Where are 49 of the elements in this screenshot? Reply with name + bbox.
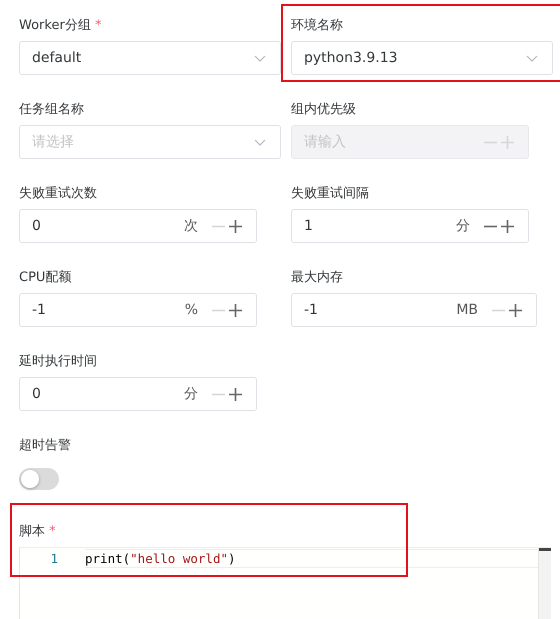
- number-field[interactable]: -1 %: [19, 293, 257, 327]
- field-label: 环境名称: [291, 18, 343, 34]
- unit-label: 次: [184, 217, 198, 235]
- plus-icon: [229, 220, 242, 232]
- field-value: 1: [304, 218, 314, 234]
- number-field[interactable]: 1 分: [291, 209, 529, 243]
- chevron-down-icon: [526, 54, 538, 62]
- field-label: 组内优先级: [291, 102, 356, 118]
- plus-icon: [501, 136, 514, 148]
- chevron-down-icon: [254, 54, 266, 62]
- unit-label: 分: [184, 385, 198, 403]
- plus-icon: [501, 220, 514, 232]
- unit-label: MB: [456, 302, 478, 318]
- field-placeholder: 请选择: [32, 133, 75, 151]
- toggle-switch[interactable]: [19, 468, 59, 490]
- field-label: 失败重试次数: [19, 186, 97, 202]
- field-value: default: [32, 50, 82, 66]
- select-field[interactable]: default: [19, 41, 281, 75]
- field-label: 延时执行时间: [19, 354, 97, 370]
- plus-button[interactable]: [227, 220, 244, 232]
- line-number: 1: [49, 551, 58, 566]
- chevron-down-icon: [254, 138, 266, 146]
- unit-label: %: [184, 302, 198, 318]
- plus-button[interactable]: [499, 220, 516, 232]
- field-value: python3.9.13: [304, 50, 399, 66]
- select-field[interactable]: python3.9.13: [291, 41, 553, 75]
- plus-icon: [229, 304, 242, 316]
- plus-button[interactable]: [227, 304, 244, 316]
- field-label: 超时告警: [19, 438, 71, 454]
- field-label: 脚本 *: [19, 524, 56, 540]
- field-value: -1: [32, 302, 47, 318]
- number-field[interactable]: 0 次: [19, 209, 257, 243]
- number-field[interactable]: 0 分: [19, 377, 257, 411]
- code-editor[interactable]: 1 print("hello world"): [19, 547, 551, 619]
- field-value: 0: [32, 386, 42, 402]
- number-field[interactable]: -1 MB: [291, 293, 537, 327]
- plus-button[interactable]: [507, 304, 524, 316]
- plus-icon: [509, 304, 522, 316]
- field-label: 最大内存: [291, 270, 343, 286]
- field-label: CPU配额: [19, 270, 72, 286]
- field-label: 失败重试间隔: [291, 186, 369, 202]
- plus-button[interactable]: [227, 388, 244, 400]
- unit-label: 分: [456, 217, 470, 235]
- field-label: 任务组名称: [19, 102, 84, 118]
- field-value: 0: [32, 218, 42, 234]
- field-label: Worker分组 *: [19, 18, 102, 34]
- plus-icon: [229, 388, 242, 400]
- scrollbar[interactable]: [538, 548, 551, 619]
- field-value: -1: [304, 302, 319, 318]
